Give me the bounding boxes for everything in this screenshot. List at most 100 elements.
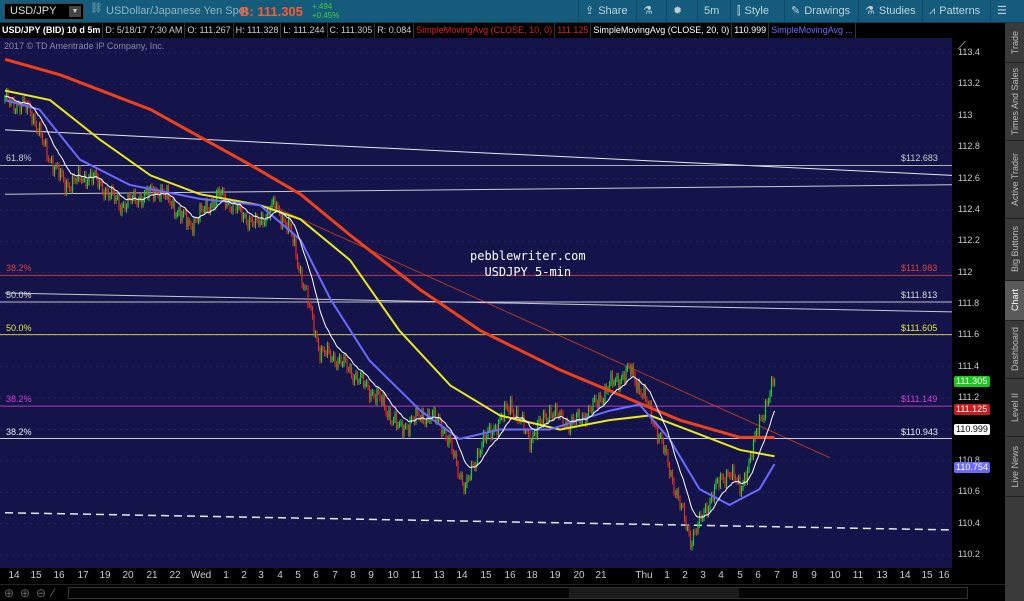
candle (190, 223, 192, 227)
price-axis[interactable]: ⟋ 113.4 113.2 113 112.8 112.6 112.4 112.2 112 11… (952, 38, 1005, 584)
candle (398, 424, 401, 425)
side-tab-dashboard[interactable]: Dashboard (1005, 321, 1024, 379)
time-scrollbar[interactable] (68, 587, 968, 599)
candle (160, 186, 162, 199)
chevron-down-icon[interactable]: ▼ (69, 6, 81, 17)
side-tab-label: Chart (1009, 289, 1020, 312)
style-button[interactable]: ⫿ Style (730, 0, 775, 23)
time-tick: 17 (77, 570, 89, 581)
candle (539, 419, 542, 422)
candle (38, 124, 41, 133)
candle (761, 418, 764, 420)
side-tab-trade[interactable]: Trade (1005, 23, 1024, 63)
side-tab-level-ii[interactable]: Level II (1005, 379, 1024, 437)
candle (298, 265, 300, 271)
crosshair-icon[interactable]: ⊕ (4, 586, 14, 600)
share-button[interactable]: ⇪ Share (578, 0, 634, 23)
side-tab-big-buttons[interactable]: Big Buttons (1005, 219, 1024, 281)
candle (532, 434, 534, 440)
candle (412, 418, 414, 420)
candle (362, 373, 365, 387)
side-tab-live-news[interactable]: Live News (1005, 437, 1024, 497)
symbol-selector[interactable]: USD/JPY ▼ (4, 3, 84, 20)
fib-level-label: 50.0% (6, 322, 32, 333)
time-tick: 11 (410, 570, 422, 581)
candle (250, 218, 252, 220)
candle (184, 211, 186, 213)
time-tick: 6 (313, 570, 319, 581)
candle (359, 374, 362, 382)
candle (152, 189, 155, 200)
candle (659, 434, 662, 437)
flask-button[interactable]: ⚗ (636, 0, 659, 23)
time-axis[interactable]: 14 15 16 17 19 20 21 22 Wed 1 2 3 4 5 6 7 8 9 10 11 13 14 15 16… (0, 568, 952, 584)
pencil-icon: ✎ (791, 5, 801, 17)
timeframe-button[interactable]: 5m (697, 0, 725, 23)
drawings-button[interactable]: ✎ Drawings (784, 0, 856, 23)
candle (457, 462, 459, 477)
candle (122, 203, 125, 205)
candle (770, 378, 773, 394)
candle (133, 191, 135, 198)
candle (718, 480, 720, 488)
candle (65, 181, 68, 193)
candle (61, 170, 63, 174)
watermark-line2: USDJPY 5-min (484, 265, 572, 279)
scrollbar-thumb[interactable] (569, 588, 739, 598)
candle (349, 366, 351, 371)
candle (443, 430, 446, 431)
list-icon: ☰ (997, 5, 1007, 17)
candle (307, 287, 309, 305)
candle (643, 386, 645, 397)
candle (241, 208, 243, 220)
link-icon[interactable]: ⛓ (90, 3, 103, 14)
candle (445, 430, 447, 438)
candle (341, 364, 344, 365)
candle (49, 160, 51, 162)
candle (715, 480, 717, 487)
candle (401, 422, 404, 436)
studies-button[interactable]: ⚗ Studies (858, 0, 922, 23)
candle (386, 414, 389, 418)
bar-range: R: 0.084 (375, 23, 415, 38)
price-tag: 110.999 (954, 423, 990, 435)
candle (313, 316, 315, 335)
candle (452, 451, 455, 457)
candle (674, 492, 677, 496)
time-tick: 7 (774, 570, 780, 581)
candle (74, 180, 77, 182)
candle (137, 199, 140, 205)
time-tick: 6 (755, 570, 761, 581)
candle (374, 396, 377, 403)
candle (728, 475, 731, 476)
side-tab-label: Times And Sales (1009, 67, 1020, 136)
candle (230, 209, 233, 212)
chart-canvas[interactable] (0, 38, 952, 568)
price-chart[interactable]: 2017 © TD Ameritrade IP Company, Inc. pe… (0, 38, 952, 568)
candle (751, 454, 753, 458)
candle (106, 189, 108, 192)
patterns-button[interactable]: ⩘ Patterns (922, 0, 986, 23)
side-tab-chart[interactable]: Chart (1005, 281, 1024, 321)
settings-button[interactable]: ✹ (666, 0, 688, 23)
candle (646, 399, 648, 403)
side-tab-times-and-sales[interactable]: Times And Sales (1005, 63, 1024, 141)
candle (145, 188, 147, 193)
candle (676, 490, 678, 496)
trendline (4, 129, 952, 176)
candle (391, 422, 393, 424)
share-icon: ⇪ (585, 5, 595, 17)
menu-button[interactable]: ☰ (990, 0, 1013, 23)
zoom-out-icon[interactable]: ⊖ (36, 586, 46, 600)
timeframe-label: 5m (704, 5, 720, 17)
time-tick: 4 (718, 570, 724, 581)
candle (661, 434, 663, 441)
candle (194, 219, 197, 221)
candle (593, 397, 596, 400)
candle (40, 124, 42, 137)
zoom-in-icon[interactable]: ⊕ (20, 586, 30, 600)
candle (506, 406, 509, 409)
draw-line-icon[interactable]: ⁄ (52, 586, 54, 600)
candle (185, 212, 188, 227)
side-tab-active-trader[interactable]: Active Trader (1005, 141, 1024, 219)
